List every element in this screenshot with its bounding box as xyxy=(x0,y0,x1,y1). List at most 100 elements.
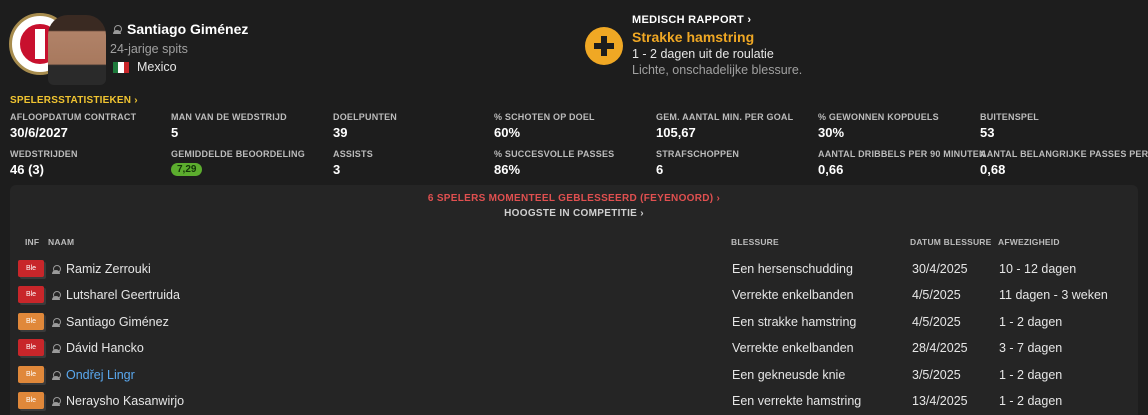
injury-status-tag[interactable]: Ble xyxy=(18,339,44,356)
person-icon xyxy=(52,370,61,380)
medical-duration: 1 - 2 dagen uit de roulatie xyxy=(632,47,774,61)
absence-cell: 3 - 7 dagen xyxy=(999,341,1063,355)
stat-offside: BUITENSPEL 53 xyxy=(980,112,1039,140)
player-age-position: 24-jarige spits xyxy=(110,42,188,56)
nationality-label: Mexico xyxy=(137,60,177,74)
column-header-injury[interactable]: BLESSURE xyxy=(731,237,779,247)
rating-badge: 7,29 xyxy=(171,163,203,176)
table-row[interactable]: Ble Dávid Hancko Verrekte enkelbanden 28/4/… xyxy=(18,335,1138,361)
stat-pass-completion: % SUCCESVOLLE PASSES 86% xyxy=(494,149,614,177)
player-name-cell[interactable]: Ramiz Zerrouki xyxy=(52,262,151,276)
stat-label: GEMIDDELDE BEOORDELING xyxy=(171,149,305,159)
table-row[interactable]: Ble Neraysho Kasanwirjo Een verrekte hamst… xyxy=(18,388,1138,414)
stat-value: 53 xyxy=(980,125,995,140)
medical-description: Lichte, onschadelijke blessure. xyxy=(632,63,803,77)
stat-shots-on-target: % SCHOTEN OP DOEL 60% xyxy=(494,112,595,140)
stat-dribbles-per-90: AANTAL DRIBBELS PER 90 MINUTEN 0,66 xyxy=(818,149,986,177)
nationality[interactable]: Mexico xyxy=(113,60,177,74)
stat-value: 39 xyxy=(333,125,348,140)
injury-cell: Een strakke hamstring xyxy=(732,315,857,329)
stat-value: 105,67 xyxy=(656,125,696,140)
stat-minutes-per-goal: GEM. AANTAL MIN. PER GOAL 105,67 xyxy=(656,112,793,140)
stat-value: 30% xyxy=(818,125,845,140)
medical-report-link[interactable]: MEDISCH RAPPORT › xyxy=(632,14,751,26)
stat-penalties: STRAFSCHOPPEN 6 xyxy=(656,149,739,177)
player-name-text: Dávid Hancko xyxy=(66,341,144,355)
injury-cell: Verrekte enkelbanden xyxy=(732,341,854,355)
player-name-text: Ondřej Lingr xyxy=(66,368,135,382)
stat-value: 30/6/2027 xyxy=(10,125,68,140)
table-row[interactable]: Ble Ramiz Zerrouki Een hersenschudding 30/4… xyxy=(18,256,1138,282)
stat-value: 60% xyxy=(494,125,521,140)
medical-plus-icon xyxy=(585,27,623,65)
absence-cell: 1 - 2 dagen xyxy=(999,315,1063,329)
absence-cell: 10 - 12 dagen xyxy=(999,262,1077,276)
stat-value: 46 (3) xyxy=(10,162,44,177)
injury-status-tag[interactable]: Ble xyxy=(18,313,44,330)
injured-players-link[interactable]: 6 SPELERS MOMENTEEL GEBLESSEERD (FEYENOO… xyxy=(0,193,1148,204)
stat-value: 86% xyxy=(494,162,521,177)
injury-status-tag[interactable]: Ble xyxy=(18,392,44,409)
person-icon xyxy=(52,396,61,406)
injury-date-cell: 30/4/2025 xyxy=(912,262,968,276)
column-header-date[interactable]: DATUM BLESSURE xyxy=(910,237,992,247)
injury-cell: Verrekte enkelbanden xyxy=(732,288,854,302)
table-row[interactable]: Ble Ondřej Lingr Een gekneusde knie 3/5/202… xyxy=(18,362,1138,388)
person-icon xyxy=(52,343,61,353)
stat-label: MAN VAN DE WEDSTRIJD xyxy=(171,112,287,122)
medical-injury: Strakke hamstring xyxy=(632,29,755,45)
player-name-text: Neraysho Kasanwirjo xyxy=(66,394,185,408)
person-icon xyxy=(52,290,61,300)
person-icon xyxy=(52,264,61,274)
stat-label: AANTAL BELANGRIJKE PASSES PER... xyxy=(980,149,1148,159)
stat-average-rating: GEMIDDELDE BEOORDELING 7,29 xyxy=(171,149,305,177)
player-name-cell[interactable]: Lutsharel Geertruida xyxy=(52,288,180,302)
absence-cell: 1 - 2 dagen xyxy=(999,394,1063,408)
stat-label: WEDSTRIJDEN xyxy=(10,149,78,159)
injury-cell: Een verrekte hamstring xyxy=(732,394,862,408)
injury-status-tag[interactable]: Ble xyxy=(18,260,44,277)
table-row[interactable]: Ble Lutsharel Geertruida Verrekte enkelban… xyxy=(18,282,1138,308)
stat-goals: DOELPUNTEN 39 xyxy=(333,112,397,140)
table-row[interactable]: Ble Santiago Giménez Een strakke hamstring… xyxy=(18,309,1138,335)
stat-label: AFLOOPDATUM CONTRACT xyxy=(10,112,137,122)
stat-value: 0,68 xyxy=(980,162,1006,177)
column-header-inf[interactable]: INF xyxy=(25,237,39,247)
injury-date-cell: 4/5/2025 xyxy=(912,288,961,302)
stat-label: ASSISTS xyxy=(333,149,373,159)
injury-date-cell: 3/5/2025 xyxy=(912,368,961,382)
player-stats-link[interactable]: SPELERSSTATISTIEKEN › xyxy=(10,95,138,106)
column-header-name[interactable]: NAAM xyxy=(48,237,74,247)
player-name-text: Ramiz Zerrouki xyxy=(66,262,151,276)
stat-label: AANTAL DRIBBELS PER 90 MINUTEN xyxy=(818,149,986,159)
stat-label: GEM. AANTAL MIN. PER GOAL xyxy=(656,112,794,122)
stat-value: 0,66 xyxy=(818,162,844,177)
injury-date-cell: 13/4/2025 xyxy=(912,394,968,408)
player-name-cell[interactable]: Dávid Hancko xyxy=(52,341,144,355)
player-name-cell[interactable]: Ondřej Lingr xyxy=(52,368,135,382)
crest-bar xyxy=(35,29,45,59)
player-portrait xyxy=(48,15,106,85)
injury-status-tag[interactable]: Ble xyxy=(18,366,44,383)
person-icon xyxy=(52,317,61,327)
stat-label: BUITENSPEL xyxy=(980,112,1040,122)
absence-cell: 11 dagen - 3 weken xyxy=(999,288,1108,302)
stat-man-of-match: MAN VAN DE WEDSTRIJD 5 xyxy=(171,112,287,140)
stat-appearances: WEDSTRIJDEN 46 (3) xyxy=(10,149,78,177)
stat-key-passes: AANTAL BELANGRIJKE PASSES PER... 0,68 xyxy=(980,149,1148,177)
stat-label: STRAFSCHOPPEN xyxy=(656,149,740,159)
player-name-cell[interactable]: Santiago Giménez xyxy=(52,315,169,329)
injury-status-tag[interactable]: Ble xyxy=(18,286,44,303)
stat-label: % SUCCESVOLLE PASSES xyxy=(494,149,615,159)
column-header-absence[interactable]: AFWEZIGHEID xyxy=(998,237,1060,247)
stat-label: % SCHOTEN OP DOEL xyxy=(494,112,595,122)
player-name-text: Santiago Giménez xyxy=(66,315,169,329)
player-name-row[interactable]: Santiago Giménez xyxy=(113,21,248,37)
stat-value: 6 xyxy=(656,162,664,177)
stat-label: % GEWONNEN KOPDUELS xyxy=(818,112,939,122)
highest-in-competition-link[interactable]: HOOGSTE IN COMPETITIE › xyxy=(0,208,1148,219)
absence-cell: 1 - 2 dagen xyxy=(999,368,1063,382)
stat-contract-expiry: AFLOOPDATUM CONTRACT 30/6/2027 xyxy=(10,112,136,140)
injury-cell: Een gekneusde knie xyxy=(732,368,846,382)
player-name-cell[interactable]: Neraysho Kasanwirjo xyxy=(52,394,184,408)
